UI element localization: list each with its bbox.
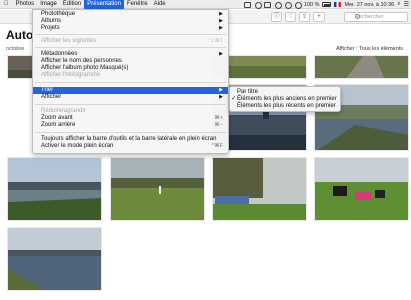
menu-presentation[interactable]: Présentation <box>84 0 124 9</box>
menu-bar:  Photos Image Édition Présentation Fenê… <box>0 0 411 9</box>
menu-item-afficher-vignettes: Afficher les vignettes ⌥⌘1 <box>41 38 223 44</box>
menu-aide[interactable]: Aide <box>151 0 169 9</box>
filter-dropdown[interactable]: Afficher : Tous les éléments <box>336 46 403 52</box>
menu-item-album-masque[interactable]: Afficher l'album photo Masqué(s) <box>33 65 228 72</box>
info-icon: ⓘ <box>273 14 280 20</box>
menu-item-reduire-agrandir: Réduire/agrandir <box>41 108 86 114</box>
photo-image <box>8 158 101 220</box>
apple-menu-icon[interactable]:  <box>0 0 13 9</box>
search-spotlight-icon[interactable]: ⌕ <box>397 1 400 8</box>
info-button[interactable]: ⓘ <box>271 12 282 22</box>
status-area: 100 % Mer. 27 nov. à 10:36 ⌕ ☰ <box>243 0 409 9</box>
photo-image <box>315 158 408 220</box>
photo-thumbnail[interactable] <box>212 157 307 221</box>
chevron-right-icon: ▶ <box>219 94 223 100</box>
chevron-right-icon: ▶ <box>219 51 223 57</box>
menu-image[interactable]: Image <box>37 0 60 9</box>
wifi-icon[interactable] <box>284 2 292 9</box>
menu-separator <box>35 47 226 48</box>
checkmark-icon: ✓ <box>231 96 237 102</box>
sort-by-title[interactable]: Par titre <box>230 89 340 96</box>
share-button[interactable]: ⇪ <box>299 12 310 22</box>
photo-image <box>8 228 101 290</box>
menu-fenetre[interactable]: Fenêtre <box>124 0 151 9</box>
menu-separator <box>35 34 226 35</box>
sort-oldest-first[interactable]: ✓ Éléments les plus anciens en premier <box>230 96 340 103</box>
menu-item-histogramme: Afficher l'histogramme <box>41 72 101 78</box>
page-title: Auto <box>6 28 34 42</box>
chevron-right-icon: ▶ <box>219 18 223 24</box>
battery-percent[interactable]: 100 % <box>304 2 320 8</box>
menu-item-zoom-arriere[interactable]: Zoom arrière ⌘− <box>33 122 228 129</box>
photo-thumbnail[interactable] <box>7 227 102 291</box>
menu-separator <box>35 104 226 105</box>
photo-thumbnail[interactable] <box>110 157 205 221</box>
photo-image <box>111 158 204 220</box>
bluetooth-icon[interactable] <box>274 2 282 9</box>
search-input[interactable]: Rechercher <box>344 12 408 22</box>
screen-mirror-icon[interactable] <box>243 1 251 8</box>
menu-item-nom-personnes[interactable]: Afficher le nom des personnes <box>33 58 228 65</box>
menu-item-trier[interactable]: Trier ▶ <box>33 87 228 94</box>
notification-center-icon[interactable]: ☰ <box>404 1 409 8</box>
menu-separator <box>35 82 226 83</box>
search-placeholder: Rechercher <box>355 14 384 20</box>
sort-submenu: Par titre ✓ Éléments les plus anciens en … <box>229 86 341 112</box>
presentation-menu: Photothèque ▶ Albums ▶ Projets ▶ Afficher l… <box>32 9 229 154</box>
share-icon: ⇪ <box>301 14 308 20</box>
favorite-button[interactable]: ♡ <box>285 12 296 22</box>
chevron-right-icon: ▶ <box>219 87 223 93</box>
photo-thumbnail[interactable] <box>7 157 102 221</box>
menu-item-plein-ecran[interactable]: Activer le mode plein écran ^⌘F <box>33 143 228 150</box>
menu-item-zoom-avant[interactable]: Zoom avant ⌘+ <box>33 115 228 122</box>
date-label: octobre <box>6 46 25 52</box>
menu-item-metadonnees[interactable]: Métadonnées ▶ <box>33 51 228 58</box>
menu-item-albums[interactable]: Albums ▶ <box>33 18 228 25</box>
menu-edition[interactable]: Édition <box>60 0 84 9</box>
photo-image <box>213 158 306 220</box>
menu-item-toujours-afficher[interactable]: Toujours afficher la barre d'outils et l… <box>33 136 228 143</box>
menu-separator <box>35 132 226 133</box>
menu-item-projets[interactable]: Projets ▶ <box>33 25 228 32</box>
chevron-right-icon: ▶ <box>219 25 223 31</box>
plus-icon: + <box>317 14 321 20</box>
photo-image <box>315 56 408 78</box>
menu-item-phototheque[interactable]: Photothèque ▶ <box>33 11 228 18</box>
sort-newest-first[interactable]: Éléments les plus récents en premier <box>230 103 340 110</box>
menu-item-afficher[interactable]: Afficher ▶ <box>33 94 228 101</box>
add-to-button[interactable]: + <box>313 12 325 22</box>
photo-thumbnail[interactable] <box>314 157 409 221</box>
volume-icon[interactable] <box>294 2 302 9</box>
display-icon[interactable] <box>263 1 271 8</box>
info-icon[interactable] <box>254 2 262 9</box>
clock[interactable]: Mer. 27 nov. à 10:36 <box>344 2 394 8</box>
heart-icon: ♡ <box>287 14 294 20</box>
battery-icon[interactable] <box>322 2 332 7</box>
input-source-flag-icon[interactable] <box>334 2 342 7</box>
chevron-right-icon: ▶ <box>219 11 223 17</box>
photo-thumbnail[interactable] <box>314 55 409 79</box>
menu-photos[interactable]: Photos <box>13 0 38 9</box>
